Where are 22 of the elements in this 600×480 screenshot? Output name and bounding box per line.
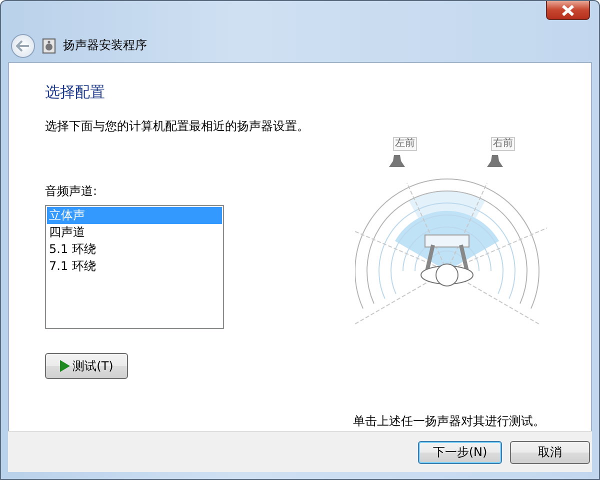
speaker-icon[interactable] — [487, 155, 503, 167]
description-text: 选择下面与您的计算机配置最相近的扬声器设置。 — [45, 118, 309, 135]
channels-label: 音频声道: — [45, 183, 98, 200]
back-button[interactable] — [11, 34, 35, 58]
back-arrow-icon — [16, 40, 30, 52]
hint-text: 单击上述任一扬声器对其进行测试。 — [353, 413, 545, 430]
speaker-label: 左前 — [393, 137, 417, 151]
dialog-button[interactable]: 取消 — [510, 440, 590, 464]
dialog-button[interactable]: 下一步(N) — [418, 440, 502, 464]
window-title: 扬声器安装程序 — [63, 37, 147, 54]
play-icon — [60, 360, 70, 372]
channel-option[interactable]: 四声道 — [47, 224, 222, 241]
channel-option[interactable]: 7.1 环绕 — [47, 258, 222, 275]
channels-list[interactable]: 立体声 四声道 5.1 环绕 7.1 环绕 — [45, 205, 224, 329]
close-icon — [561, 4, 575, 16]
channel-option[interactable]: 5.1 环绕 — [47, 241, 222, 258]
close-button[interactable] — [546, 1, 590, 20]
speaker-icon[interactable] — [389, 155, 405, 167]
page-heading: 选择配置 — [45, 83, 105, 102]
speaker-label: 右前 — [491, 137, 515, 151]
speaker-setup-icon — [41, 38, 57, 54]
test-button[interactable]: 测试(T) — [45, 353, 128, 379]
